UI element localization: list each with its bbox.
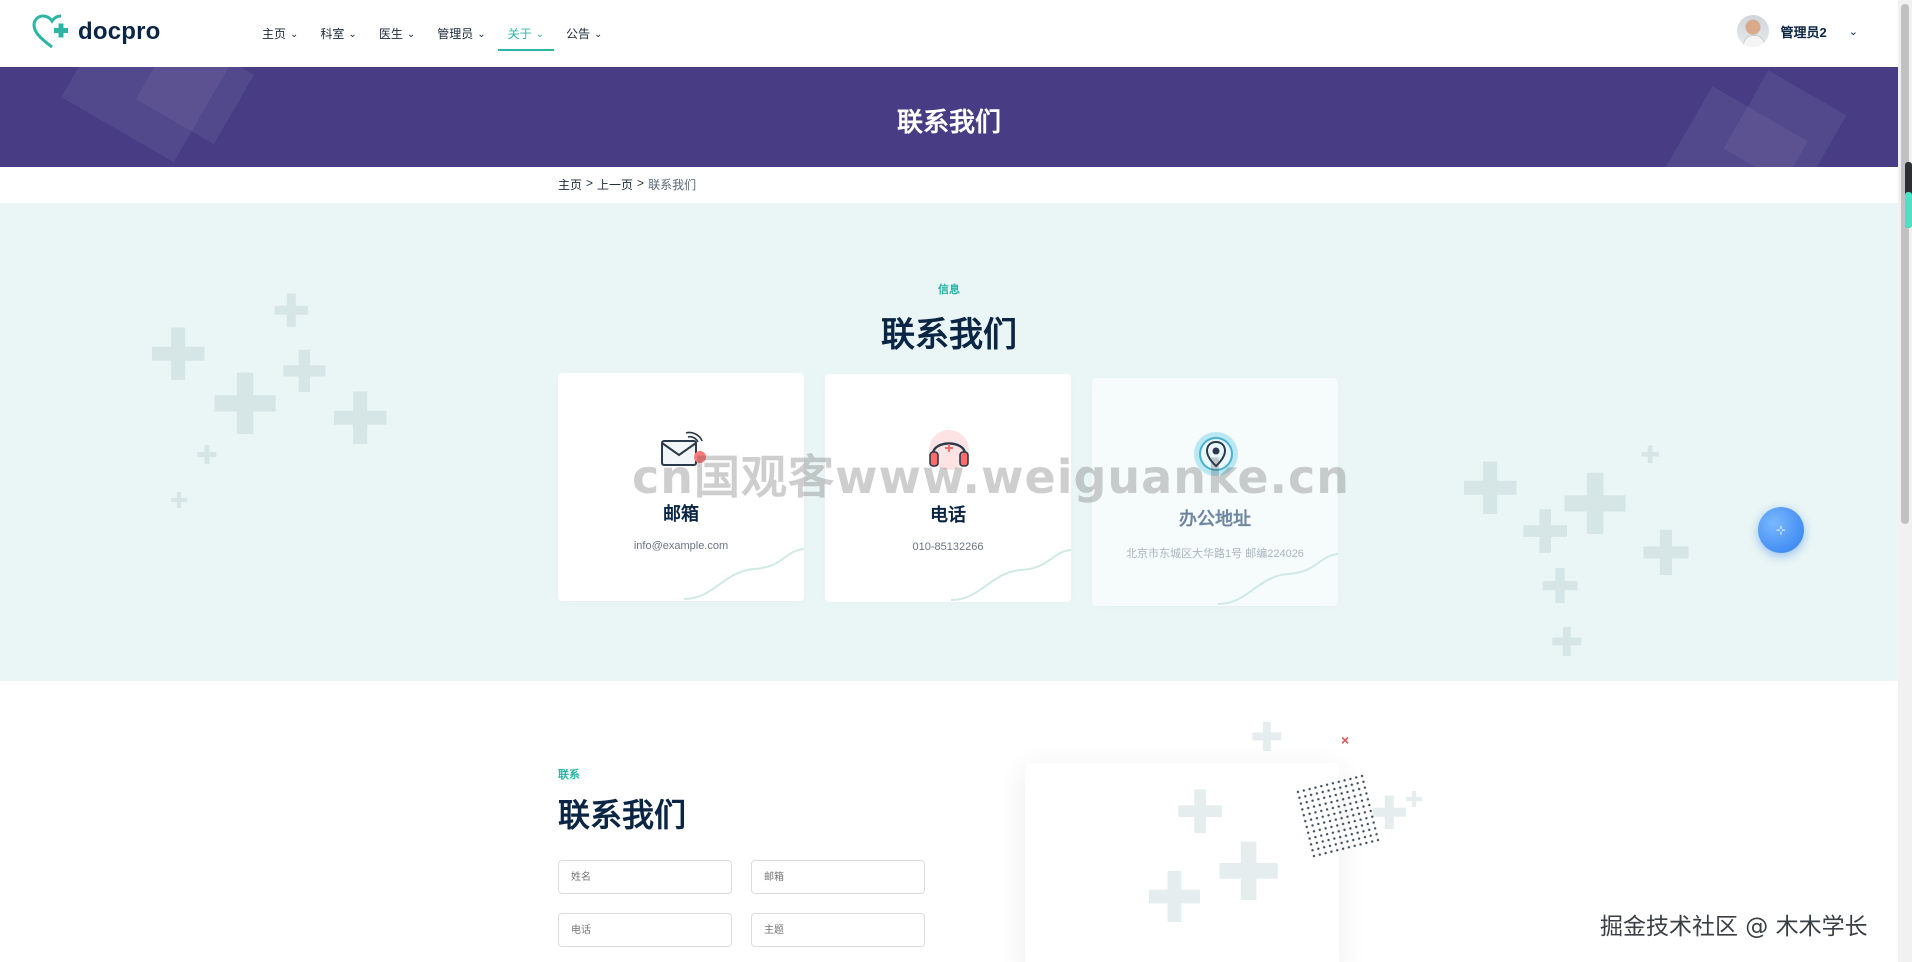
close-icon[interactable]: × bbox=[1341, 732, 1349, 748]
cross-decoration-icon: ✚ bbox=[196, 441, 218, 471]
logo[interactable]: docpro bbox=[32, 14, 161, 50]
chevron-down-icon: ⌄ bbox=[535, 29, 545, 40]
cross-decoration-icon: ✚ bbox=[1550, 620, 1584, 666]
map-card[interactable]: ✚ ✚ ✚ bbox=[1025, 763, 1339, 962]
cross-decoration-icon: ✚ bbox=[1250, 715, 1284, 761]
nav-label: 管理员 bbox=[437, 27, 474, 41]
heart-cross-logo-icon bbox=[32, 14, 68, 49]
chevron-down-icon: ⌄ bbox=[348, 29, 357, 40]
scrollbar[interactable] bbox=[1898, 0, 1912, 962]
breadcrumb-separator: > bbox=[586, 176, 594, 190]
wave-decoration-icon bbox=[684, 548, 804, 600]
cross-decoration-icon: ✚ bbox=[1215, 826, 1283, 919]
user-name: 管理员2 bbox=[1780, 24, 1827, 40]
site-watermark: cn国观客www.weiguanke.cn bbox=[632, 450, 1351, 504]
nav-label: 公告 bbox=[566, 27, 591, 41]
section-title: 联系我们 bbox=[881, 316, 1017, 354]
nav-label: 关于 bbox=[507, 27, 532, 41]
chevron-down-icon: ⌄ bbox=[477, 29, 486, 40]
breadcrumb-prev[interactable]: 上一页 bbox=[597, 176, 633, 193]
nav-departments[interactable]: 科室 ⌄ bbox=[320, 0, 356, 67]
nav-home[interactable]: 主页 ⌄ bbox=[262, 0, 298, 67]
card-title: 办公地址 bbox=[1179, 509, 1251, 529]
cross-decoration-icon: ✚ bbox=[1640, 517, 1692, 590]
cross-decoration-icon: ✚ bbox=[210, 356, 281, 454]
floating-action-button[interactable]: ⊹ bbox=[1758, 507, 1804, 553]
cross-decoration-icon: ✚ bbox=[1405, 788, 1424, 813]
cross-decoration-icon: ✚ bbox=[1560, 456, 1631, 554]
main-nav: 主页 ⌄ 科室 ⌄ 医生 ⌄ 管理员 ⌄ 关于 ⌄ 公告 ⌄ bbox=[262, 0, 602, 67]
chevron-down-icon: ⌄ bbox=[406, 29, 416, 40]
nav-label: 科室 bbox=[320, 27, 345, 41]
chevron-down-icon: ⌄ bbox=[594, 29, 603, 40]
email-field[interactable] bbox=[751, 860, 925, 894]
footer-credit: 掘金技术社区 @ 木木学长 bbox=[1600, 914, 1868, 940]
section-eyebrow: 信息 bbox=[938, 284, 960, 296]
breadcrumb-separator: > bbox=[637, 176, 645, 190]
cross-decoration-icon: ✚ bbox=[170, 489, 189, 514]
wave-decoration-icon bbox=[1218, 553, 1338, 605]
cross-decoration-icon: ✚ bbox=[1640, 441, 1661, 469]
cross-decoration-icon: ✚ bbox=[1540, 559, 1581, 615]
page-title: 联系我们 bbox=[896, 107, 1001, 137]
breadcrumb: 主页 > 上一页 > 联系我们 bbox=[558, 176, 696, 193]
chevron-down-icon: ⌄ bbox=[1848, 25, 1858, 38]
wave-decoration-icon bbox=[951, 549, 1071, 601]
cross-decoration-icon: ✚ bbox=[1460, 447, 1521, 531]
scroll-indicator-accent bbox=[1905, 192, 1912, 228]
nav-label: 医生 bbox=[378, 27, 403, 41]
breadcrumb-home[interactable]: 主页 bbox=[558, 176, 582, 193]
scrollbar-thumb[interactable] bbox=[1901, 4, 1909, 524]
nav-label: 主页 bbox=[262, 27, 287, 41]
avatar bbox=[1736, 15, 1769, 47]
phone-field[interactable] bbox=[558, 913, 732, 947]
nav-doctors[interactable]: 医生 ⌄ bbox=[379, 0, 415, 67]
nav-about[interactable]: 关于 ⌄ bbox=[497, 0, 555, 67]
breadcrumb-current: 联系我们 bbox=[648, 178, 697, 192]
form-eyebrow: 联系 bbox=[558, 769, 580, 781]
crosshair-icon: ⊹ bbox=[1775, 523, 1787, 537]
nav-admins[interactable]: 管理员 ⌄ bbox=[437, 0, 485, 67]
chevron-down-icon: ⌄ bbox=[290, 29, 299, 40]
name-field[interactable] bbox=[558, 860, 732, 894]
cross-decoration-icon: ✚ bbox=[1145, 857, 1204, 939]
user-menu[interactable]: 管理员2 ⌄ bbox=[1736, 15, 1858, 47]
page-banner: 联系我们 bbox=[0, 67, 1898, 167]
cross-decoration-icon: ✚ bbox=[330, 377, 391, 461]
form-title: 联系我们 bbox=[558, 797, 687, 833]
nav-announcements[interactable]: 公告 ⌄ bbox=[566, 0, 602, 67]
brand-name: docpro bbox=[78, 18, 161, 45]
top-header: docpro 主页 ⌄ 科室 ⌄ 医生 ⌄ 管理员 ⌄ 关于 ⌄ 公告 ⌄ 管理员2 ⌄ bbox=[0, 0, 1898, 67]
subject-field[interactable] bbox=[751, 913, 925, 947]
